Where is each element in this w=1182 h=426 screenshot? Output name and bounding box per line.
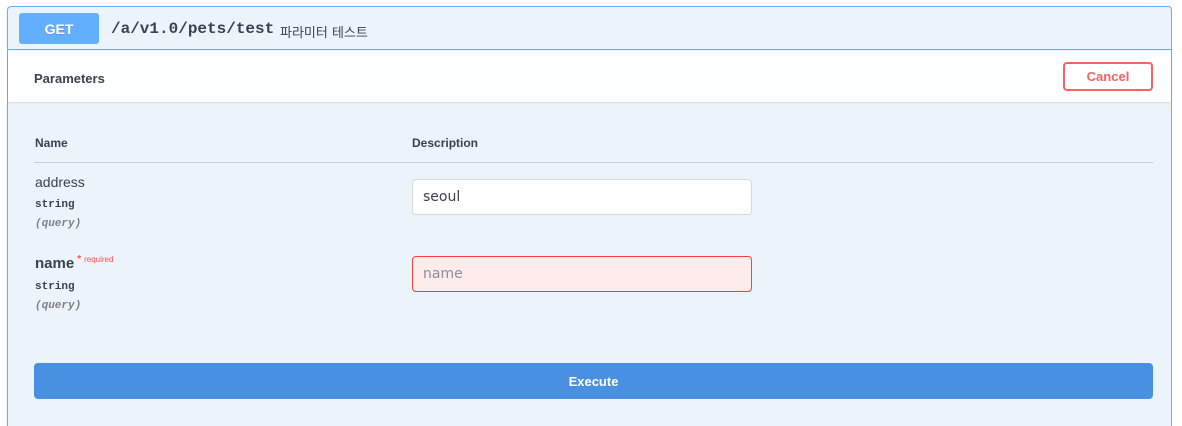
param-name-address: address [35, 174, 85, 190]
required-label: required [84, 255, 114, 264]
operation-block-get: GET /a/v1.0/pets/test 파라미터 테스트 Parameter… [7, 6, 1172, 426]
param-type-address: string [35, 199, 75, 211]
parameters-header: Parameters Cancel [8, 51, 1171, 102]
address-input[interactable] [412, 179, 752, 215]
column-header-name: Name [35, 136, 68, 150]
param-name-label: name [35, 255, 75, 272]
operation-description: 파라미터 테스트 [280, 26, 368, 41]
column-header-description: Description [412, 136, 479, 150]
execute-button[interactable]: Execute [34, 363, 1153, 399]
operation-path: /a/v1.0/pets/test [111, 20, 275, 38]
table-header-divider [34, 162, 1153, 163]
parameters-title: Parameters [34, 71, 105, 86]
name-input[interactable] [412, 256, 752, 292]
required-star: * [77, 254, 82, 265]
param-name-name: name * required [35, 254, 114, 272]
operation-summary[interactable]: GET /a/v1.0/pets/test 파라미터 테스트 [8, 7, 1171, 50]
param-type-name: string [35, 281, 75, 293]
param-location-name: (query) [35, 300, 82, 312]
param-location-address: (query) [35, 218, 82, 230]
http-method-badge: GET [19, 13, 99, 44]
cancel-button[interactable]: Cancel [1063, 62, 1153, 91]
